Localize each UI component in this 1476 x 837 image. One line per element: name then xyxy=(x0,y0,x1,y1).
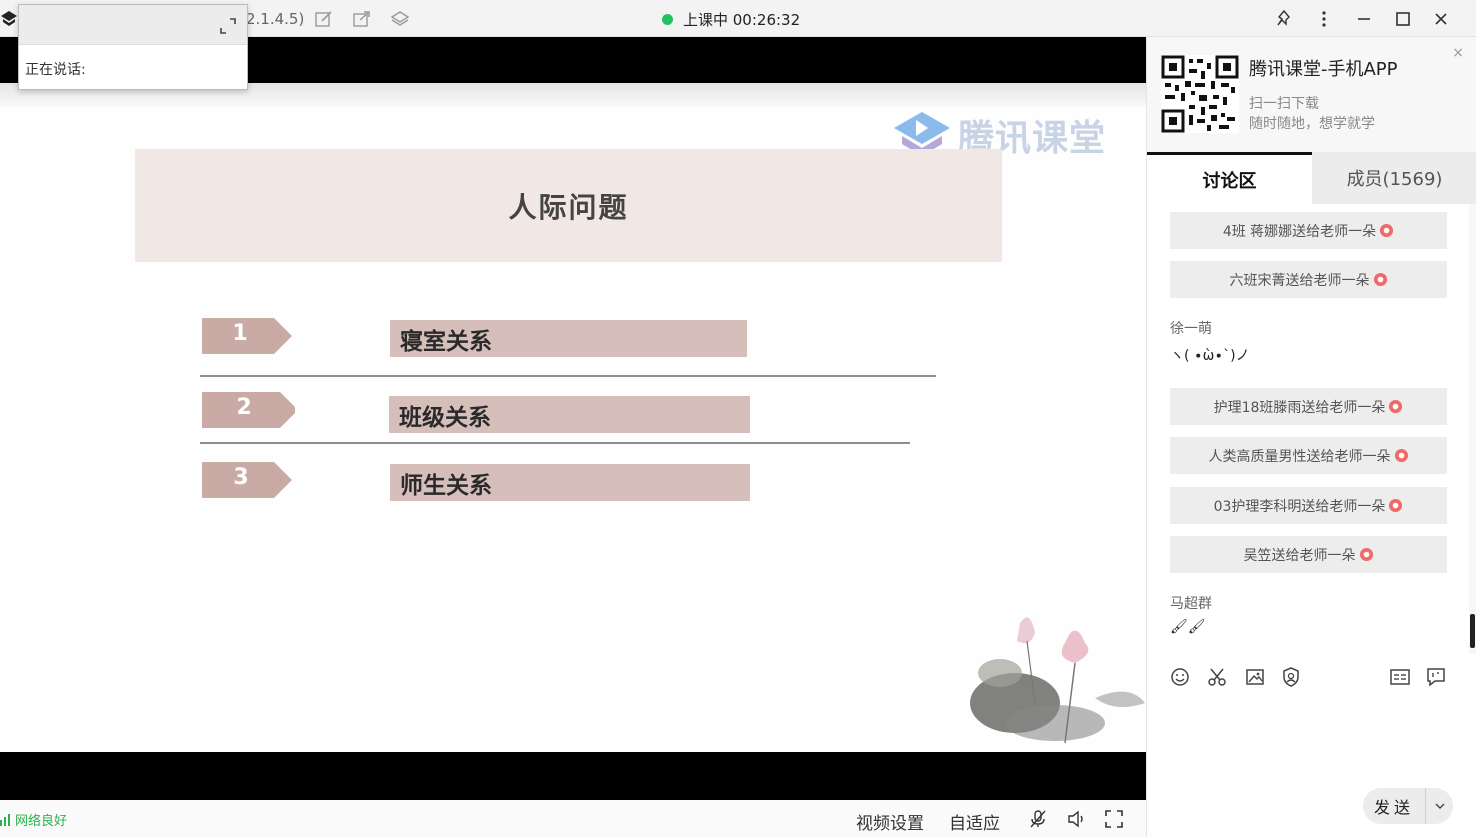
message-compose-area[interactable]: 发送 xyxy=(1147,699,1476,837)
signal-icon xyxy=(0,813,10,826)
chat-toolbar xyxy=(1147,654,1476,699)
speaking-label: 正在说话: xyxy=(25,62,86,78)
network-status-text: 网络良好 xyxy=(15,814,68,829)
gift-message-text: 护理18班滕雨送给老师一朵 xyxy=(1213,399,1386,416)
tencent-classroom-logo-icon xyxy=(1,11,17,26)
app-download-subtitle: 扫一扫下载 xyxy=(1249,96,1319,112)
gift-message-text: 人类高质量男性送给老师一朵 xyxy=(1208,448,1391,465)
chat-sender-name: 徐一萌 xyxy=(1170,321,1212,337)
slide-title-box: 人际问题 xyxy=(135,149,1002,262)
flower-icon xyxy=(1389,399,1403,414)
list-item: 六班宋菁送给老师一朵 xyxy=(1170,261,1447,298)
live-dot-icon xyxy=(662,14,673,25)
flower-icon xyxy=(1380,223,1394,238)
speaker-panel-header[interactable] xyxy=(19,5,247,45)
chevron-down-icon xyxy=(1435,803,1444,809)
lotus-painting-icon xyxy=(970,617,1145,744)
app-download-slogan: 随时随地，想学就学 xyxy=(1249,116,1375,132)
adaptive-button[interactable]: 自适应 xyxy=(949,809,1000,834)
minimize-icon[interactable] xyxy=(1353,8,1375,30)
chat-list[interactable]: 4班 蒋娜娜送给老师一朵 六班宋菁送给老师一朵 徐一萌 ヽ( ∙ὼ∙`)ノ 护理… xyxy=(1147,204,1469,654)
expand-icon[interactable] xyxy=(219,17,237,35)
divider xyxy=(200,375,936,377)
comment-icon[interactable] xyxy=(1425,666,1447,688)
emoji-icon[interactable] xyxy=(1169,666,1191,688)
chat-message-text: 🖌🖌 xyxy=(1170,619,1206,635)
tab-members[interactable]: 成员(1569) xyxy=(1312,152,1476,204)
gift-message-text: 4班 蒋娜娜送给老师一朵 xyxy=(1222,223,1377,240)
list-item: 03护理李科明送给老师一朵 xyxy=(1170,487,1447,524)
speaker-icon[interactable] xyxy=(1066,809,1086,829)
version-text: 2.1.4.5) xyxy=(246,10,305,28)
presentation-slide: 腾讯课堂 人际问题 1 寝室关系 2 班级关系 3 师生关系 xyxy=(0,83,1146,752)
flower-icon xyxy=(1359,547,1373,562)
pin-icon[interactable] xyxy=(1273,8,1295,30)
gift-message-text: 六班宋菁送给老师一朵 xyxy=(1229,272,1370,289)
list-item: 护理18班滕雨送给老师一朵 xyxy=(1170,388,1447,425)
app-download-title: 腾讯课堂-手机APP xyxy=(1249,59,1398,80)
flower-icon xyxy=(1394,448,1408,463)
list-item: 人类高质量男性送给老师一朵 xyxy=(1170,437,1447,474)
item-number: 1 xyxy=(232,321,248,346)
item-label: 师生关系 xyxy=(390,464,750,501)
chat-message-text: ヽ( ∙ὼ∙`)ノ xyxy=(1170,348,1250,364)
item-label: 寝室关系 xyxy=(390,320,747,357)
class-status: 上课中 00:26:32 xyxy=(662,9,800,30)
flower-icon xyxy=(1373,272,1387,287)
layers-icon[interactable] xyxy=(390,9,410,29)
video-settings-button[interactable]: 视频设置 xyxy=(856,809,924,834)
close-icon[interactable] xyxy=(1430,8,1452,30)
shield-icon[interactable] xyxy=(1280,666,1302,688)
item-number: 3 xyxy=(233,465,249,490)
scissors-icon[interactable] xyxy=(1206,666,1228,688)
microphone-muted-icon[interactable] xyxy=(1028,809,1048,829)
gift-message-text: 吴笠送给老师一朵 xyxy=(1243,547,1356,564)
fullscreen-icon[interactable] xyxy=(1104,809,1124,829)
chat-sender-name: 马超群 xyxy=(1170,596,1212,612)
edit-icon[interactable] xyxy=(314,9,334,29)
list-item: 4班 蒋娜娜送给老师一朵 xyxy=(1170,212,1447,249)
video-area: 腾讯课堂 人际问题 1 寝室关系 2 班级关系 3 师生关系 xyxy=(0,37,1146,800)
network-status: 网络良好 xyxy=(0,810,67,829)
item-label: 班级关系 xyxy=(389,396,750,433)
gift-message-text: 03护理李科明送给老师一朵 xyxy=(1213,498,1386,515)
qr-code-icon xyxy=(1161,55,1239,133)
speaker-panel[interactable]: 正在说话: xyxy=(18,4,248,90)
tab-discussion[interactable]: 讨论区 xyxy=(1147,152,1312,204)
bottom-bar: 网络良好 视频设置 自适应 xyxy=(0,800,1146,837)
item-number: 2 xyxy=(236,395,252,420)
flower-icon xyxy=(1389,498,1403,513)
slide-title: 人际问题 xyxy=(508,190,629,224)
right-panel: × 腾讯课堂-手机APP 扫一扫下载 随时随地，想学就学 讨论区 成员(1569… xyxy=(1146,37,1476,837)
id-card-icon[interactable] xyxy=(1389,666,1411,688)
list-item: 吴笠送给老师一朵 xyxy=(1170,536,1447,573)
send-label: 发送 xyxy=(1373,798,1414,817)
chat-scrollbar[interactable] xyxy=(1470,614,1475,648)
divider xyxy=(200,442,910,444)
send-button[interactable]: 发送 xyxy=(1363,788,1453,824)
class-timer: 上课中 00:26:32 xyxy=(683,11,801,29)
send-options-button[interactable] xyxy=(1425,788,1453,824)
close-qr-button[interactable]: × xyxy=(1452,45,1464,61)
more-icon[interactable] xyxy=(1313,8,1335,30)
maximize-icon[interactable] xyxy=(1392,8,1414,30)
share-icon[interactable] xyxy=(352,9,372,29)
image-icon[interactable] xyxy=(1244,666,1266,688)
panel-tabs: 讨论区 成员(1569) xyxy=(1147,152,1476,204)
